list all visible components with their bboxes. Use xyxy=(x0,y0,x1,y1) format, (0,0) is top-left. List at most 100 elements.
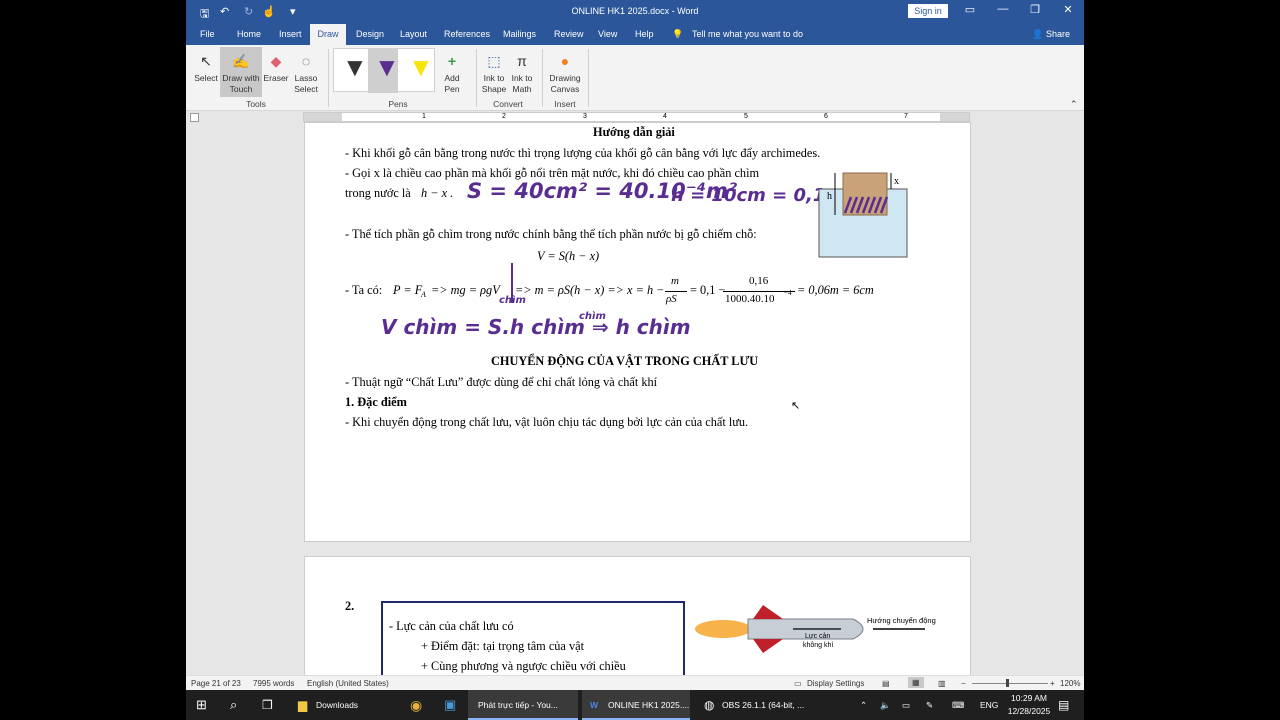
paragraph: - Khi chuyển động trong chất lưu, vật lu… xyxy=(345,415,749,429)
obs-icon: ◍ xyxy=(704,698,715,712)
document-title: ONLINE HK1 2025.docx - Word xyxy=(571,6,699,16)
tab-help[interactable]: Help xyxy=(635,29,654,39)
tab-references[interactable]: References xyxy=(444,29,490,39)
zoom-slider[interactable] xyxy=(972,683,1048,684)
title-bar: 🖫 ↶ ↻ ☝ ▾ ONLINE HK1 2025.docx - Word Si… xyxy=(186,0,1084,24)
math-expression: => mg = ρgV xyxy=(431,283,500,297)
tab-mailings[interactable]: Mailings xyxy=(503,29,536,39)
ink-to-math-button[interactable]: π Ink to Math xyxy=(508,51,536,95)
language-status[interactable]: English (United States) xyxy=(307,679,389,688)
network-icon[interactable]: ▭ xyxy=(902,690,910,720)
word-count[interactable]: 7995 words xyxy=(253,679,294,688)
close-button[interactable]: ✕ xyxy=(1059,3,1077,16)
math-subscript: A xyxy=(421,290,426,299)
group-divider xyxy=(588,49,589,107)
input-language[interactable]: ENG xyxy=(980,690,998,720)
tools-group-label: Tools xyxy=(246,99,266,109)
math-expression: V = S(h − x) xyxy=(537,249,600,263)
pi-icon: π xyxy=(517,53,527,69)
sign-in-button[interactable]: Sign in xyxy=(908,4,948,18)
tab-design[interactable]: Design xyxy=(356,29,384,39)
task-view-icon[interactable]: ❒ xyxy=(262,690,273,720)
pointer-icon: ↖ xyxy=(200,53,212,69)
shape-icon: ⬚ xyxy=(487,53,501,69)
drawing-canvas-button[interactable]: ● Drawing Canvas xyxy=(546,51,584,95)
share-icon[interactable]: 👤 xyxy=(1032,29,1043,40)
canvas-icon: ● xyxy=(560,53,570,69)
black-pen-icon[interactable]: ▼ xyxy=(342,51,368,87)
paragraph: - Thuật ngữ “Chất Lưu” được dùng để chỉ … xyxy=(345,375,658,389)
word-icon: W xyxy=(590,700,599,710)
folder-icon[interactable]: ▆ xyxy=(298,690,307,720)
tray-chevron-icon[interactable]: ⌃ xyxy=(860,690,867,720)
web-layout-icon[interactable]: ▥ xyxy=(938,679,946,688)
keyboard-icon[interactable]: ⌨ xyxy=(952,690,964,720)
tell-me-search[interactable]: Tell me what you want to do xyxy=(692,29,803,39)
zoom-in-button[interactable]: + xyxy=(1050,679,1055,688)
taskbar: ⊞ ⌕ ❒ ▆ Downloads ◉ ▣ Phát trực tiếp - Y… xyxy=(186,690,1084,720)
document-page[interactable]: 2. - Lực cản của chất lưu có + Điểm đặt:… xyxy=(304,556,971,687)
tab-draw[interactable]: Draw xyxy=(310,24,346,45)
page-count[interactable]: Page 21 of 23 xyxy=(191,679,241,688)
ink-to-shape-button[interactable]: ⬚ Ink to Shape xyxy=(480,51,508,95)
pen-tray-icon[interactable]: ✎ xyxy=(926,690,933,720)
solution-heading: Hướng dẫn giải xyxy=(593,125,675,139)
tab-layout[interactable]: Layout xyxy=(400,29,427,39)
drag-label: không khí xyxy=(803,642,833,649)
minimize-button[interactable]: — xyxy=(994,3,1012,15)
app-icon[interactable]: ▣ xyxy=(444,690,456,720)
eraser-button[interactable]: ◆ Eraser xyxy=(263,51,289,84)
volume-icon[interactable]: 🔈 xyxy=(880,690,891,720)
clock-date[interactable]: 12/28/2025 xyxy=(1004,706,1054,716)
tab-insert[interactable]: Insert xyxy=(279,29,302,39)
draw-ribbon: ↖ Select ✍ Draw with Touch ◆ Eraser ◌ La… xyxy=(186,45,1084,111)
tab-file[interactable]: File xyxy=(200,29,215,39)
taskbar-obs-window[interactable]: OBS 26.1.1 (64-bit, ... xyxy=(722,690,804,720)
print-layout-icon[interactable]: ▦ xyxy=(908,677,924,688)
mouse-cursor-icon: ↖ xyxy=(791,400,801,412)
direction-label: Hướng chuyển động xyxy=(867,616,936,625)
insert-group-label: Insert xyxy=(554,99,576,109)
h-label: h xyxy=(827,191,832,202)
box-line: - Lực cản của chất lưu có xyxy=(389,619,514,633)
document-page[interactable]: Hướng dẫn giải - Khi khối gỗ cân bằng tr… xyxy=(304,122,971,542)
convert-group-label: Convert xyxy=(493,99,523,109)
read-mode-icon[interactable]: ▤ xyxy=(882,679,890,688)
lasso-select-button[interactable]: ◌ Lasso Select xyxy=(290,51,322,95)
zoom-out-button[interactable]: − xyxy=(961,679,966,688)
search-icon[interactable]: ⌕ xyxy=(230,690,237,720)
tab-view[interactable]: View xyxy=(598,29,617,39)
purple-pen-icon[interactable]: ▼ xyxy=(374,51,400,83)
chrome-icon[interactable]: ◉ xyxy=(410,690,422,720)
group-divider xyxy=(476,49,477,107)
windows-start-icon[interactable]: ⊞ xyxy=(196,690,207,720)
taskbar-downloads[interactable]: Downloads xyxy=(316,690,358,720)
tab-selector[interactable] xyxy=(190,113,199,122)
section-title: CHUYỂN ĐỘNG CỦA VẬT TRONG CHẤT LƯU xyxy=(491,354,759,368)
math-expression: = 0,06m = 6cm xyxy=(797,283,874,297)
tab-review[interactable]: Review xyxy=(554,29,584,39)
zoom-slider-thumb[interactable] xyxy=(1006,679,1009,687)
share-button[interactable]: Share xyxy=(1046,29,1070,39)
zoom-level[interactable]: 120% xyxy=(1060,679,1080,688)
notifications-icon[interactable]: ▤ xyxy=(1058,690,1069,720)
math-expression: P = F xyxy=(393,283,423,297)
taskbar-word-window[interactable]: ONLINE HK1 2025.... xyxy=(582,690,690,720)
taskbar-chrome-window[interactable]: Phát trực tiếp - You... xyxy=(468,690,578,720)
restore-button[interactable]: ❐ xyxy=(1026,3,1044,16)
handwritten-ink: chìm xyxy=(499,295,526,306)
horizontal-ruler[interactable]: 1 2 3 4 5 6 7 xyxy=(303,112,970,122)
subheading: 1. Đặc điểm xyxy=(345,395,407,409)
paragraph: trong nước là xyxy=(345,186,411,200)
draw-with-touch-button[interactable]: ✍ Draw with Touch xyxy=(220,47,262,97)
ribbon-display-icon[interactable]: ▭ xyxy=(961,3,979,16)
display-settings-button[interactable]: Display Settings xyxy=(807,679,864,688)
tab-home[interactable]: Home xyxy=(237,29,261,39)
add-pen-button[interactable]: + Add Pen xyxy=(438,51,466,95)
select-button[interactable]: ↖ Select xyxy=(192,51,220,84)
fraction-denominator: 1000.40.10 xyxy=(725,293,775,305)
yellow-highlighter-icon[interactable]: ▼ xyxy=(408,51,434,83)
clock-time[interactable]: 10:29 AM xyxy=(1004,693,1054,703)
collapse-ribbon-icon[interactable]: ⌃ xyxy=(1070,99,1078,110)
fraction-numerator: m xyxy=(671,275,679,287)
